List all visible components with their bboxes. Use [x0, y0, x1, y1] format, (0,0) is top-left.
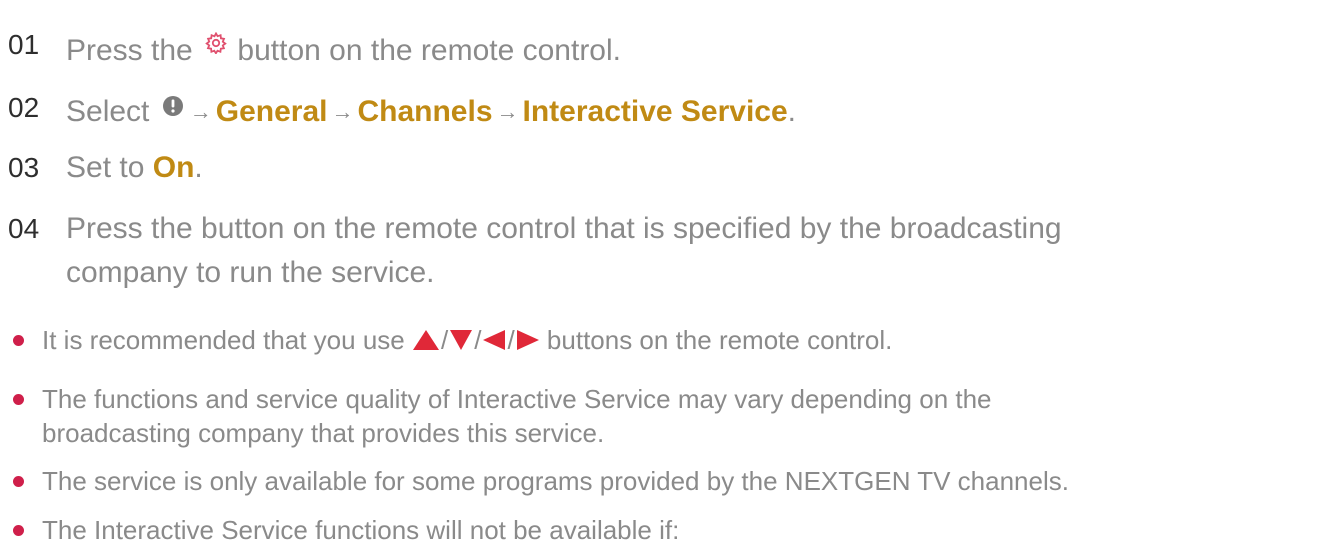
menu-path-interactive-service: Interactive Service	[522, 95, 788, 128]
gear-icon	[205, 30, 227, 56]
note-text: buttons on the remote control.	[546, 325, 893, 355]
step-text: .	[787, 95, 797, 128]
up-triangle-icon	[412, 329, 440, 355]
note-text: It is recommended that you use	[42, 325, 405, 355]
step-text: Press the	[66, 34, 193, 67]
down-triangle-icon	[449, 329, 473, 355]
menu-path-channels: Channels	[357, 95, 493, 128]
bullet-dot	[13, 335, 24, 346]
separator: /	[474, 325, 482, 355]
left-triangle-icon	[482, 329, 506, 355]
arrow-icon: →	[189, 99, 212, 124]
step-number: 03	[8, 152, 40, 183]
separator: /	[507, 325, 515, 355]
separator: /	[440, 325, 449, 355]
step-text: .	[194, 151, 203, 184]
note-text: The functions and service quality of Int…	[42, 384, 992, 414]
bullet-dot	[13, 525, 24, 536]
step-text-continued: company to run the service.	[66, 256, 435, 289]
bullet-dot	[13, 476, 24, 487]
step-number: 01	[8, 29, 40, 60]
info-icon	[162, 93, 184, 116]
menu-path-general: General	[215, 95, 328, 128]
note-text-continued: broadcasting company that provides this …	[42, 418, 605, 448]
step-text: Select	[66, 95, 150, 128]
bullet-dot	[13, 394, 24, 405]
step-text: Set to	[66, 151, 145, 184]
arrow-icon: →	[496, 99, 519, 124]
setting-value: On	[152, 151, 195, 184]
step-text: Press the button on the remote control t…	[66, 212, 1062, 245]
arrow-icon: →	[331, 99, 354, 124]
step-text: button on the remote control.	[237, 34, 621, 67]
step-number: 02	[8, 92, 40, 123]
note-text: The service is only available for some p…	[42, 466, 1069, 496]
right-triangle-icon	[516, 329, 540, 355]
note-text: The Interactive Service functions will n…	[42, 515, 680, 545]
step-number: 04	[8, 213, 40, 244]
